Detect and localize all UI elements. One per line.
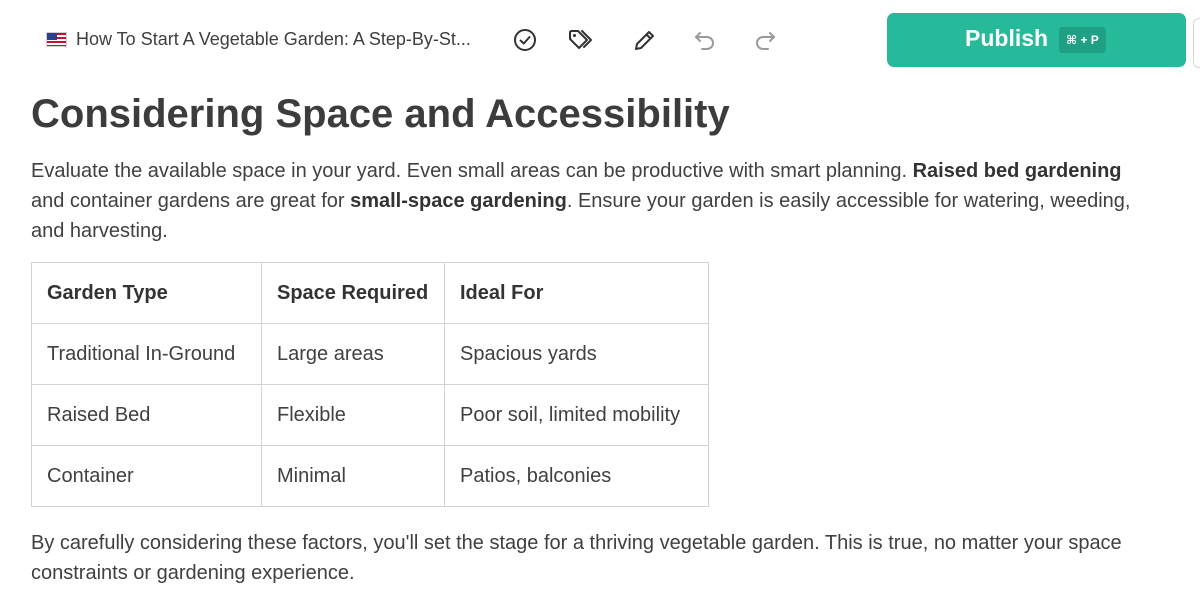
table-cell: Patios, balconies [444, 445, 709, 507]
table-row: Traditional In-Ground Large areas Spacio… [31, 323, 709, 385]
table-header-cell: Garden Type [31, 262, 262, 324]
editor-toolbar: How To Start A Vegetable Garden: A Step-… [0, 0, 1200, 80]
publish-shortcut-badge: ⌘ + P [1059, 27, 1106, 53]
table-cell: Traditional In-Ground [31, 323, 262, 385]
table-header-row: Garden Type Space Required Ideal For [31, 262, 709, 324]
table-cell: Minimal [261, 445, 445, 507]
publish-label: Publish [965, 25, 1049, 51]
publish-button[interactable]: Publish ⌘ + P [887, 13, 1186, 67]
table-cell: Flexible [261, 384, 445, 446]
undo-icon[interactable] [689, 24, 721, 56]
us-flag-icon [46, 32, 67, 47]
table-cell: Poor soil, limited mobility [444, 384, 709, 446]
intro-paragraph: Evaluate the available space in your yar… [31, 160, 1131, 242]
table-row: Container Minimal Patios, balconies [31, 445, 709, 507]
table-cell: Large areas [261, 323, 445, 385]
tags-icon[interactable] [566, 24, 598, 56]
side-panel-edge[interactable] [1193, 18, 1200, 68]
table-cell: Spacious yards [444, 323, 709, 385]
redo-icon[interactable] [749, 24, 781, 56]
conclusion-paragraph: By carefully considering these factors, … [31, 532, 1122, 584]
table-cell: Raised Bed [31, 384, 262, 446]
check-circle-icon[interactable] [509, 24, 541, 56]
table-row: Raised Bed Flexible Poor soil, limited m… [31, 384, 709, 446]
table-header-cell: Ideal For [444, 262, 709, 324]
section-heading: Considering Space and Accessibility [31, 92, 730, 136]
garden-type-table: Garden Type Space Required Ideal For Tra… [31, 262, 709, 507]
document-title[interactable]: How To Start A Vegetable Garden: A Step-… [76, 29, 471, 50]
pencil-icon[interactable] [628, 24, 660, 56]
table-cell: Container [31, 445, 262, 507]
table-header-cell: Space Required [261, 262, 445, 324]
